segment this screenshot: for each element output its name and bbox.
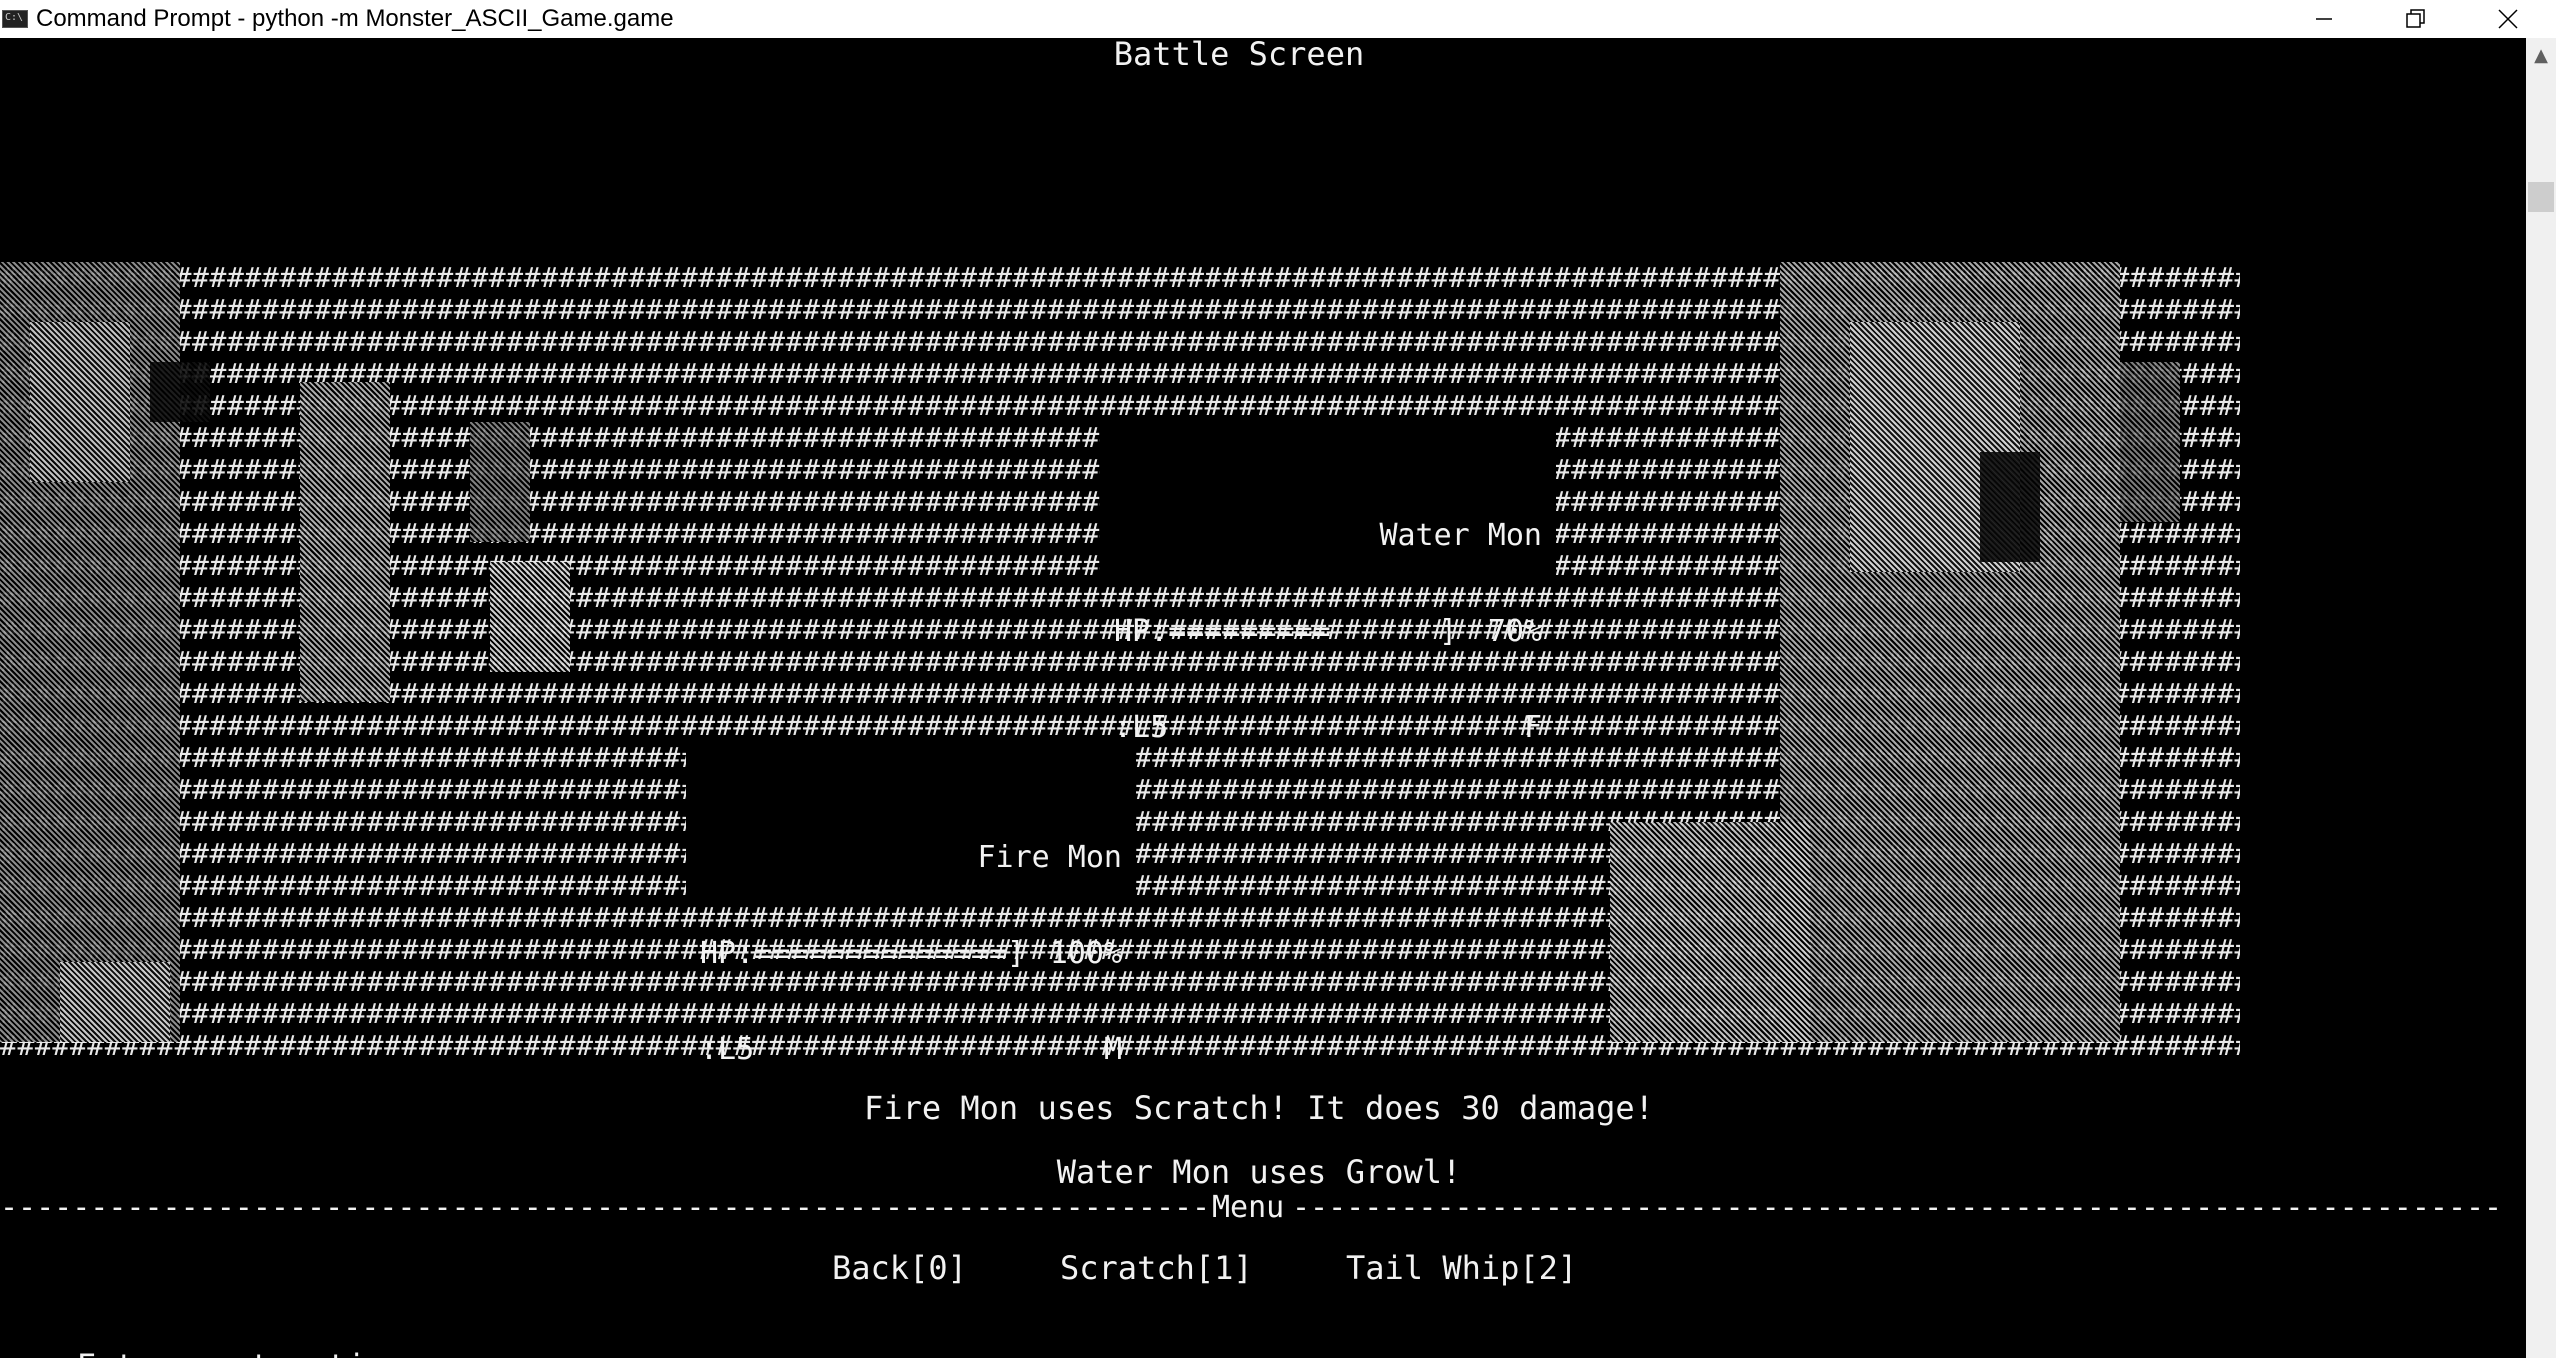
scrollbar-thumb[interactable] (2528, 182, 2554, 212)
player-level: :L5 (700, 1032, 755, 1067)
player-status-panel: Fire Mon HP:==============] 100% :L5 M (686, 746, 1136, 1066)
player-hp-percent: 100% (1049, 936, 1122, 971)
menu-label: Menu (1212, 1190, 1285, 1225)
screen-title: Battle Screen (1113, 38, 1365, 73)
ascii-art-shade-block (1980, 452, 2040, 562)
enemy-name: Water Mon (1379, 518, 1542, 553)
ascii-art-shade-block (300, 382, 390, 702)
minimize-icon (2316, 18, 2332, 20)
player-gender: M (1103, 1032, 1122, 1067)
input-prompt[interactable]: Enter next action: (0, 1312, 463, 1358)
separator-dashes-left: ----------------------------------------… (0, 1190, 1208, 1225)
prompt-label: Enter next action: (77, 1347, 443, 1358)
enemy-gender: F (1523, 710, 1542, 745)
vertical-scrollbar[interactable]: ▲ (2526, 38, 2556, 1358)
separator-dashes-right: ----------------------------------------… (1292, 1190, 2500, 1225)
minimize-button[interactable] (2288, 0, 2360, 38)
menu-option-scratch[interactable]: Scratch[1] (1060, 1250, 1253, 1286)
restore-button[interactable] (2380, 0, 2452, 38)
window-title: Command Prompt - python -m Monster_ASCII… (36, 5, 674, 32)
enemy-hp-percent: 70% (1487, 614, 1542, 649)
menu-option-tail-whip[interactable]: Tail Whip[2] (1346, 1250, 1577, 1286)
enemy-level: :L5 (1114, 710, 1169, 745)
ascii-art-shade-block (30, 322, 130, 482)
battle-message: Fire Mon uses Scratch! It does 30 damage… (864, 1089, 1654, 1127)
ascii-art-shade-block (1610, 822, 1810, 1042)
menu-option-back[interactable]: Back[0] (832, 1250, 967, 1286)
ascii-art-shade-block (2120, 362, 2180, 522)
player-name: Fire Mon (977, 840, 1123, 875)
restore-icon (2406, 9, 2425, 28)
player-hp-bar: HP:==============] (700, 936, 1026, 971)
ascii-art-shade-block (150, 362, 210, 422)
battle-message: Water Mon uses Growl! (1056, 1153, 1462, 1191)
close-button[interactable] (2472, 0, 2544, 38)
enemy-status-panel: Water Mon HP:========= ] 70% :L5 F (1100, 424, 1556, 744)
ascii-art-shade-block (490, 562, 570, 672)
scroll-up-arrow-icon[interactable]: ▲ (2526, 38, 2556, 74)
console-output[interactable]: Battle Screen ##########################… (0, 38, 2526, 1358)
ascii-art-shade-block (470, 422, 530, 542)
command-prompt-icon: C:\ (2, 10, 28, 28)
close-icon (2498, 9, 2518, 29)
ascii-art-shade-block (60, 962, 170, 1042)
enemy-hp-bar: HP:========= ] (1114, 614, 1458, 649)
window-titlebar: C:\ Command Prompt - python -m Monster_A… (0, 0, 2556, 38)
